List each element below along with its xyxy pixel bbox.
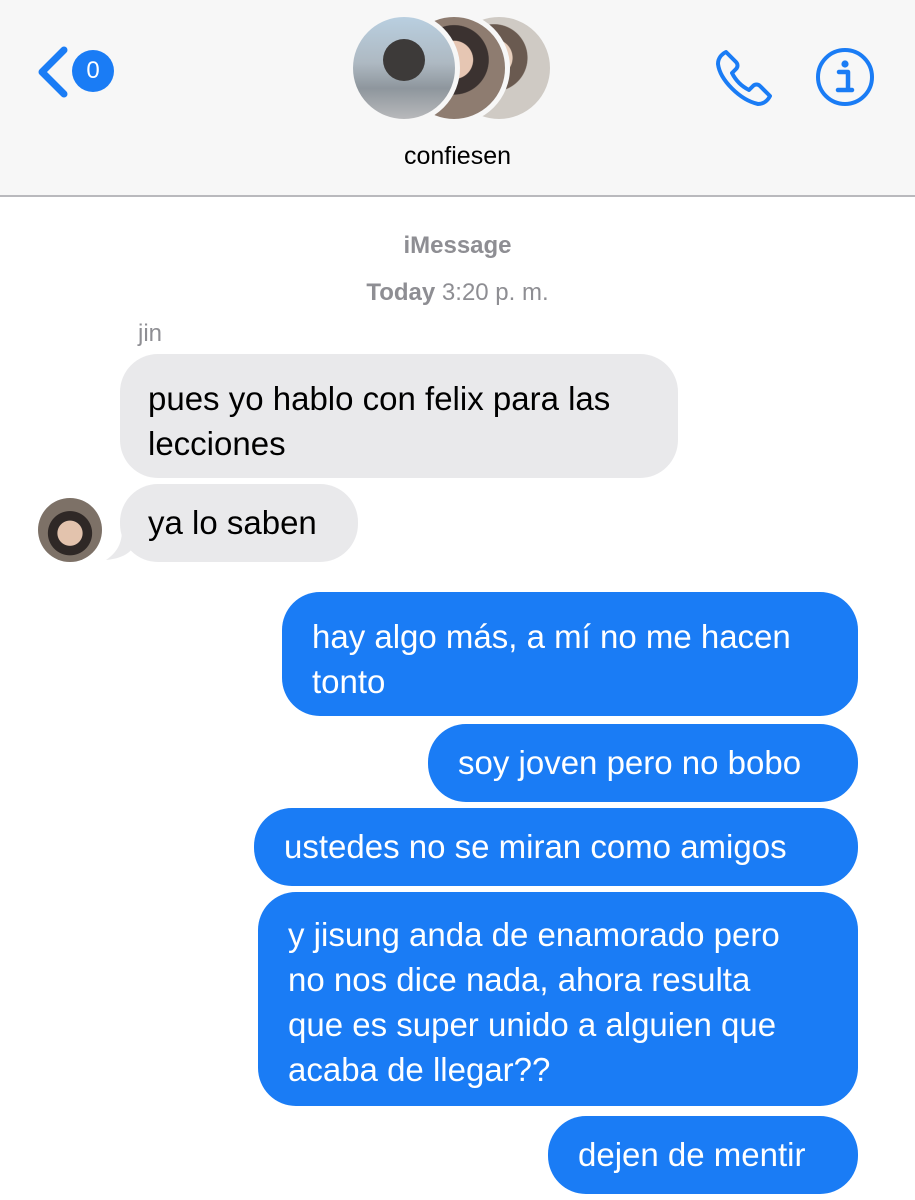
outgoing-message[interactable]: ustedes no se miran como amigos — [254, 808, 858, 886]
chevron-left-icon — [38, 46, 68, 98]
group-avatars[interactable] — [348, 12, 568, 126]
bubble-tail — [106, 530, 138, 560]
outgoing-message[interactable]: y jisung anda de enamorado pero no nos d… — [258, 892, 858, 1106]
outgoing-message[interactable]: soy joven pero no bobo — [428, 724, 858, 802]
group-name[interactable]: confiesen — [0, 142, 915, 171]
avatar[interactable] — [38, 498, 102, 562]
timestamp-day: Today — [366, 279, 436, 306]
incoming-message[interactable]: ya lo saben — [120, 484, 358, 562]
timestamp: Today 3:20 p. m. — [0, 279, 915, 307]
back-button[interactable]: 0 — [34, 44, 124, 100]
service-label: iMessage — [403, 232, 512, 259]
unread-badge: 0 — [72, 50, 114, 92]
info-icon[interactable] — [814, 46, 876, 108]
outgoing-message[interactable]: dejen de mentir — [548, 1116, 858, 1194]
sender-name: jin — [138, 320, 163, 347]
timestamp-time: 3:20 p. m. — [441, 279, 549, 306]
avatar — [348, 12, 460, 124]
incoming-message[interactable]: pues yo hablo con felix para las leccion… — [120, 354, 678, 478]
outgoing-message[interactable]: hay algo más, a mí no me hacen tonto — [282, 592, 858, 716]
phone-icon[interactable] — [712, 44, 778, 110]
conversation-header: 0 confiesen — [0, 0, 915, 197]
